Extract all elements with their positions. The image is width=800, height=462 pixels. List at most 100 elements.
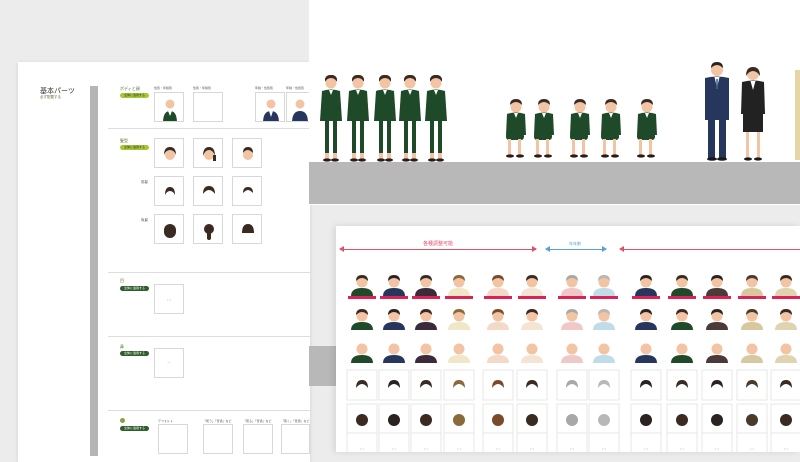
character-avatar[interactable] bbox=[383, 275, 405, 296]
character-avatar[interactable] bbox=[487, 343, 509, 364]
character-avatar[interactable] bbox=[706, 275, 728, 296]
hair-cell[interactable] bbox=[232, 138, 262, 168]
character-avatar[interactable] bbox=[593, 309, 615, 330]
grid-cell[interactable] bbox=[410, 369, 442, 401]
character-avatar[interactable] bbox=[448, 275, 470, 296]
highlight-bar bbox=[412, 296, 440, 299]
character-avatar[interactable] bbox=[671, 309, 693, 330]
character-avatar[interactable] bbox=[561, 275, 583, 296]
floor-band bbox=[309, 162, 800, 204]
character-avatar[interactable] bbox=[706, 309, 728, 330]
character-avatar[interactable] bbox=[593, 343, 615, 364]
front-hair-icon bbox=[203, 186, 215, 194]
sheet-scrollbar[interactable] bbox=[90, 86, 98, 456]
back-hair-icon bbox=[566, 414, 578, 426]
eyes-placeholder: × × bbox=[644, 447, 649, 451]
character-avatar[interactable] bbox=[671, 343, 693, 364]
hair-cell[interactable] bbox=[154, 138, 184, 168]
eyes-cell[interactable]: × × bbox=[154, 284, 184, 314]
male-body-icon bbox=[292, 99, 308, 121]
highlight-bar bbox=[348, 296, 376, 299]
highlight-bar bbox=[380, 296, 408, 299]
grid-cell[interactable] bbox=[556, 369, 588, 401]
character-avatar[interactable] bbox=[741, 309, 763, 330]
front-hair-cell[interactable] bbox=[193, 176, 223, 206]
character-avatar[interactable] bbox=[383, 343, 405, 364]
back-hair-cell[interactable] bbox=[232, 214, 262, 244]
character-avatar[interactable] bbox=[593, 275, 615, 296]
character-avatar[interactable] bbox=[351, 275, 373, 296]
hair-cell[interactable] bbox=[193, 138, 223, 168]
grid-cell[interactable] bbox=[482, 369, 514, 401]
back-hair-cell[interactable] bbox=[193, 214, 223, 244]
back-hair-icon bbox=[492, 414, 504, 426]
highlight-bar bbox=[590, 296, 618, 299]
body-part-cell[interactable] bbox=[255, 92, 285, 122]
character-avatar[interactable] bbox=[351, 309, 373, 330]
grid-cell[interactable] bbox=[516, 369, 548, 401]
character-avatar[interactable] bbox=[635, 309, 657, 330]
grid-cell[interactable] bbox=[588, 369, 620, 401]
mouth-cell[interactable] bbox=[281, 424, 310, 454]
character-avatar[interactable] bbox=[448, 343, 470, 364]
grid-cell[interactable] bbox=[770, 369, 800, 401]
character-avatar[interactable] bbox=[775, 275, 797, 296]
divider bbox=[108, 128, 310, 129]
character-avatar[interactable] bbox=[487, 309, 509, 330]
back-hair-icon bbox=[746, 414, 758, 426]
grid-cell[interactable] bbox=[378, 369, 410, 401]
female-body-icon bbox=[163, 99, 177, 121]
grid-cell[interactable] bbox=[630, 369, 662, 401]
character-avatar[interactable] bbox=[351, 343, 373, 364]
character-avatar[interactable] bbox=[415, 343, 437, 364]
character-avatar[interactable] bbox=[561, 309, 583, 330]
character-avatar[interactable] bbox=[635, 343, 657, 364]
arrow-right-icon bbox=[532, 246, 537, 252]
eyes-placeholder: × × bbox=[496, 447, 501, 451]
body-part-cell[interactable] bbox=[286, 92, 310, 122]
section-tag: 全体に適用する bbox=[120, 286, 150, 291]
character-avatar[interactable] bbox=[741, 343, 763, 364]
cell-label: 性別・年齢別 bbox=[154, 86, 173, 90]
character-avatar[interactable] bbox=[635, 275, 657, 296]
character-avatar[interactable] bbox=[671, 275, 693, 296]
body-part-cell[interactable] bbox=[154, 92, 184, 122]
grid-cell[interactable] bbox=[443, 369, 475, 401]
character-avatar[interactable] bbox=[521, 275, 543, 296]
character-avatar[interactable] bbox=[415, 275, 437, 296]
body-part-cell-empty[interactable] bbox=[193, 92, 223, 122]
front-hair-cell[interactable] bbox=[232, 176, 262, 206]
section-tag: 全体に適用する bbox=[120, 145, 150, 150]
character-avatar[interactable] bbox=[487, 275, 509, 296]
highlight-bar bbox=[738, 296, 766, 299]
character-avatar[interactable] bbox=[415, 309, 437, 330]
character-avatar[interactable] bbox=[561, 343, 583, 364]
nose-cell[interactable]: ⌒ bbox=[154, 348, 184, 378]
grid-cell[interactable] bbox=[346, 369, 378, 401]
character-avatar[interactable] bbox=[383, 309, 405, 330]
eyes-placeholder: × × bbox=[750, 447, 755, 451]
character-avatar[interactable] bbox=[448, 309, 470, 330]
front-hair-cell[interactable] bbox=[154, 176, 184, 206]
mouth-cell[interactable] bbox=[158, 424, 188, 454]
back-hair-icon bbox=[453, 414, 465, 426]
back-hair-cell[interactable] bbox=[154, 214, 184, 244]
character-avatar[interactable] bbox=[521, 309, 543, 330]
character-grid-art: × × × × × × × × × × × × × × × × × × × × × × × × × × bbox=[346, 275, 800, 462]
mouth-cell[interactable] bbox=[203, 424, 233, 454]
grid-cell[interactable] bbox=[701, 369, 733, 401]
grid-cell[interactable] bbox=[666, 369, 698, 401]
mouth-cell[interactable] bbox=[243, 424, 273, 454]
hair-with-face-icon bbox=[243, 147, 253, 160]
eyes-placeholder: × × bbox=[392, 447, 397, 451]
cell-label: 「怒る」「普通」など bbox=[243, 419, 272, 423]
eyes-placeholder: × × bbox=[457, 447, 462, 451]
grid-cell[interactable] bbox=[736, 369, 768, 401]
hair-with-face-icon bbox=[203, 147, 216, 161]
character-avatar[interactable] bbox=[521, 343, 543, 364]
character-avatar[interactable] bbox=[741, 275, 763, 296]
character-avatar[interactable] bbox=[775, 343, 797, 364]
range-label-red: 各種調整可能 bbox=[423, 241, 454, 247]
character-avatar[interactable] bbox=[706, 343, 728, 364]
character-avatar[interactable] bbox=[775, 309, 797, 330]
